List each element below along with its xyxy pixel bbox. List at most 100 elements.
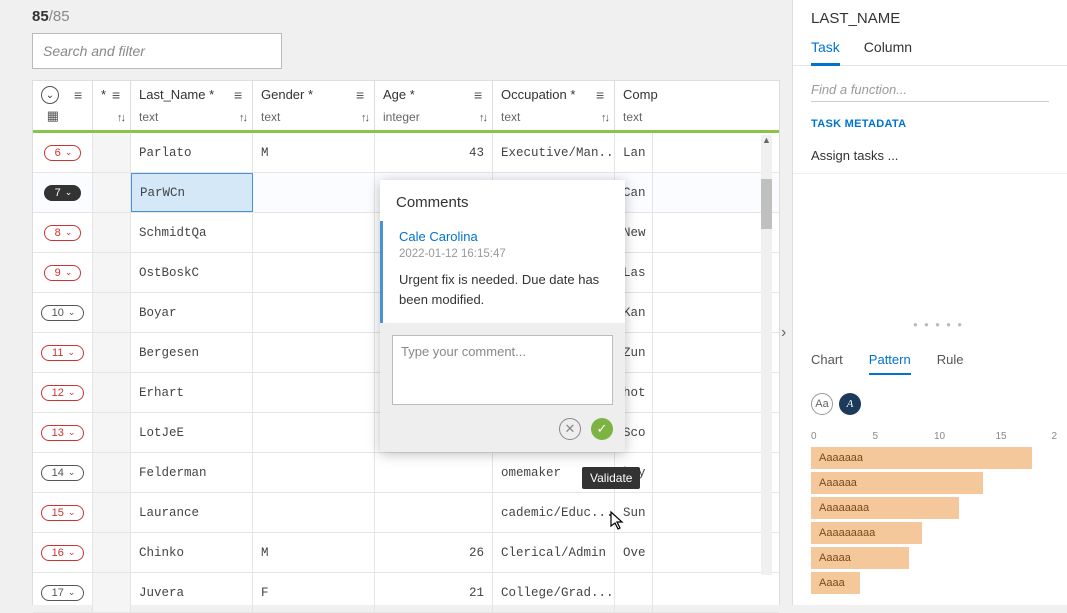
columns-icon[interactable]: ▦ [47,108,59,124]
scroll-up-icon[interactable]: ▲ [761,135,772,146]
col-menu-icon[interactable] [234,87,246,103]
row-index[interactable]: 7 ⌄ [33,173,93,212]
cell-gender[interactable]: M [253,533,375,572]
row-marker [93,133,131,172]
comment-input[interactable] [392,335,613,405]
cell-age[interactable]: 43 [375,133,493,172]
tab-column[interactable]: Column [864,39,912,65]
cell-company[interactable]: Ove [615,533,653,572]
cell-company[interactable]: Lan [615,133,653,172]
cell-gender[interactable] [253,453,375,492]
cell-gender[interactable] [253,413,375,452]
search-input[interactable] [32,33,282,69]
col-occupation[interactable]: Occupation * text ↑↓ [493,81,615,130]
cell-last-name[interactable]: SchmidtQa [131,213,253,252]
subtab-rule[interactable]: Rule [937,352,964,375]
cell-last-name[interactable]: Erhart [131,373,253,412]
cell-age[interactable]: 26 [375,533,493,572]
expand-all-icon[interactable]: ⌄ [41,86,59,104]
cell-last-name[interactable]: Parlato [131,133,253,172]
pattern-bar[interactable]: Aaaaaa [811,472,1057,494]
table-row[interactable]: 14 ⌄Feldermanomemakerkay [33,453,779,493]
table-row[interactable]: 15 ⌄ Laurance cademic/Educ...Sun [33,493,779,533]
cell-last-name[interactable]: Chinko [131,533,253,572]
vertical-scrollbar[interactable]: ▲ [761,135,772,575]
cell-gender[interactable] [253,293,375,332]
col-menu-icon[interactable] [474,87,486,103]
col-last-name[interactable]: Last_Name * text ↑↓ [131,81,253,130]
cell-gender[interactable] [253,493,375,532]
cell-company[interactable]: Sun [615,493,653,532]
cell-gender[interactable] [253,373,375,412]
pattern-bar[interactable]: Aaaaa [811,547,1057,569]
col-age[interactable]: Age * integer ↑↓ [375,81,493,130]
cell-gender[interactable]: M [253,133,375,172]
cell-gender[interactable]: F [253,573,375,612]
row-marker [93,173,131,212]
row-marker [93,533,131,572]
resize-dots-icon[interactable]: ● ● ● ● ● [913,320,964,329]
row-index[interactable]: 9 ⌄ [33,253,93,292]
cell-last-name[interactable]: Bergesen [131,333,253,372]
row-index[interactable]: 17 ⌄ [33,573,93,612]
cell-last-name[interactable]: Felderman [131,453,253,492]
col-menu-icon[interactable] [356,87,368,103]
cell-gender[interactable] [253,333,375,372]
cell-occupation[interactable]: Clerical/Admin [493,533,615,572]
cell-occupation[interactable]: Executive/Man... [493,133,615,172]
row-index[interactable]: 11 ⌄ [33,333,93,372]
cell-gender[interactable] [253,173,375,212]
row-index[interactable]: 14 ⌄ [33,453,93,492]
pattern-bar[interactable]: Aaaa [811,572,1057,594]
sort-icon[interactable]: ↑↓ [479,112,486,124]
col-type: text [139,110,244,124]
row-index[interactable]: 10 ⌄ [33,293,93,332]
col-menu-icon[interactable] [596,87,608,103]
cell-last-name[interactable]: LotJeE [131,413,253,452]
row-index[interactable]: 8 ⌄ [33,213,93,252]
cell-occupation[interactable]: College/Grad... [493,573,615,612]
tab-task[interactable]: Task [811,39,840,66]
find-function-input[interactable] [811,78,1049,102]
cell-last-name[interactable]: Juvera [131,573,253,612]
cell-last-name[interactable]: Laurance [131,493,253,532]
table-row[interactable]: 16 ⌄ ChinkoM26Clerical/AdminOve [33,533,779,573]
assign-tasks[interactable]: Assign tasks ... [793,138,1067,174]
sort-icon[interactable]: ↑↓ [361,112,368,124]
cell-age[interactable] [375,493,493,532]
col-gender[interactable]: Gender * text ↑↓ [253,81,375,130]
cancel-button[interactable]: ✕ [559,418,581,440]
table-row[interactable]: 17 ⌄ JuveraF21College/Grad... [33,573,779,613]
col-company[interactable]: Comp text [615,81,653,130]
cell-company[interactable] [615,573,653,612]
scrollbar-thumb[interactable] [761,179,772,229]
sort-icon[interactable]: ↑↓ [239,112,246,124]
subtab-chart[interactable]: Chart [811,352,843,375]
subtab-pattern[interactable]: Pattern [869,352,911,375]
row-index[interactable]: 16 ⌄ [33,533,93,572]
row-index[interactable]: 6 ⌄ [33,133,93,172]
col-menu-icon[interactable] [112,87,124,103]
cell-age[interactable] [375,453,493,492]
cell-gender[interactable] [253,213,375,252]
cell-occupation[interactable]: cademic/Educ... [493,493,615,532]
cell-last-name[interactable]: ParWCn [131,173,253,212]
col-menu-icon[interactable] [74,87,86,103]
row-index[interactable]: 15 ⌄ [33,493,93,532]
pattern-letter-icon[interactable]: A [839,393,861,415]
cell-gender[interactable] [253,253,375,292]
pattern-bar[interactable]: Aaaaaaa [811,447,1057,469]
sort-icon[interactable]: ↑↓ [117,112,124,124]
pattern-text-icon[interactable]: Aa [811,393,833,415]
row-index[interactable]: 13 ⌄ [33,413,93,452]
row-index[interactable]: 12 ⌄ [33,373,93,412]
pattern-bar[interactable]: Aaaaaaaa [811,497,1057,519]
validate-button[interactable]: ✓ [591,418,613,440]
expand-handle-icon[interactable]: › [781,324,795,344]
sort-icon[interactable]: ↑↓ [601,112,608,124]
table-row[interactable]: 6 ⌄ ParlatoM43Executive/Man...Lan [33,133,779,173]
cell-last-name[interactable]: OstBoskC [131,253,253,292]
cell-age[interactable]: 21 [375,573,493,612]
pattern-bar[interactable]: Aaaaaaaaa [811,522,1057,544]
cell-last-name[interactable]: Boyar [131,293,253,332]
